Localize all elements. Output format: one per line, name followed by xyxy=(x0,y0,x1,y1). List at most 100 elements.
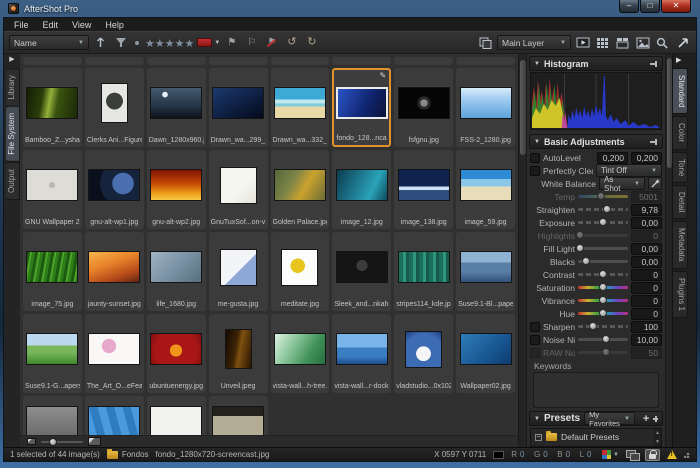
sort-dropdown[interactable]: Name▼ xyxy=(9,35,89,50)
autolevel-value-1[interactable]: 0,200 xyxy=(597,152,628,164)
menu-item-help[interactable]: Help xyxy=(98,20,131,30)
slider-knob[interactable] xyxy=(599,296,607,304)
perfectly-clear-checkbox[interactable] xyxy=(530,166,540,176)
panel-tab-detail[interactable]: Detail xyxy=(673,185,688,219)
filter-icon[interactable] xyxy=(112,35,129,51)
collapse-triangle-icon[interactable]: ▼ xyxy=(534,139,540,145)
grid-item[interactable] xyxy=(147,396,206,435)
grid-item[interactable]: Drawn_wa...299_.jpg xyxy=(209,68,268,147)
grid-item[interactable]: GNU Wallpaper 2.jpg xyxy=(23,150,82,229)
warning-icon[interactable] xyxy=(667,450,677,459)
basic-adjustments-header[interactable]: ▼ Basic Adjustments xyxy=(529,134,663,149)
slider-knob[interactable] xyxy=(599,283,607,291)
sidebar-tab-output[interactable]: Output xyxy=(6,162,20,200)
grid-item[interactable]: image_75.jpg xyxy=(23,232,82,311)
contrast-slider[interactable] xyxy=(578,273,628,276)
temp-value[interactable]: 5001 xyxy=(631,191,662,203)
star-icon[interactable]: ★ xyxy=(185,38,195,50)
panel-tab-tone[interactable]: Tone xyxy=(673,152,688,183)
noise-ninja-slider[interactable] xyxy=(578,338,628,341)
slider-knob[interactable] xyxy=(576,231,584,239)
scrollbar-thumb[interactable] xyxy=(667,58,672,168)
grid-item[interactable]: ubuntuenergy.jpg xyxy=(147,314,206,393)
histogram-header[interactable]: ▼ Histogram xyxy=(529,56,663,71)
grid-item[interactable]: Suse9.1-Bl...papers.jpg xyxy=(456,232,515,311)
collapse-triangle-icon[interactable]: ▼ xyxy=(534,61,540,67)
blacks-slider[interactable] xyxy=(578,260,628,263)
autolevel-value-2[interactable]: 0,200 xyxy=(631,152,662,164)
add-preset-button[interactable]: + xyxy=(643,413,649,425)
pin-icon[interactable] xyxy=(650,138,658,146)
vibrance-value[interactable]: 0 xyxy=(631,295,662,307)
grid-item[interactable]: vista-wall...h-tree.jpg xyxy=(271,314,330,393)
grid-item[interactable]: Drawn_wa...332_.jpg xyxy=(271,68,330,147)
color-management-button[interactable]: ▼ xyxy=(602,450,619,459)
title-bar[interactable]: AfterShot Pro xyxy=(3,0,697,17)
raw-noise-value[interactable]: 50 xyxy=(631,347,662,359)
collapse-right-panel-icon[interactable]: ▶ xyxy=(673,56,681,66)
flag-reject-icon[interactable]: ⚐ xyxy=(243,35,260,51)
flag-pick-icon[interactable]: ⚑ xyxy=(223,35,240,51)
slider-knob[interactable] xyxy=(597,192,605,200)
collapse-triangle-icon[interactable]: ▼ xyxy=(534,416,540,422)
browse-view-icon[interactable] xyxy=(614,35,631,51)
grid-item[interactable]: ✎fondo_128...ncast.jpg xyxy=(332,68,391,147)
minimize-button[interactable]: – xyxy=(619,0,639,13)
slider-knob[interactable] xyxy=(602,348,610,356)
grid-item[interactable]: jaunty-sunset.jpg xyxy=(85,232,144,311)
temp-slider[interactable] xyxy=(578,195,628,198)
slideshow-icon[interactable] xyxy=(574,35,591,51)
sidebar-tab-file-system[interactable]: File System xyxy=(6,106,20,162)
raw-noise-slider[interactable] xyxy=(578,351,628,354)
sharpening-checkbox[interactable] xyxy=(530,322,540,332)
highlights-slider[interactable] xyxy=(578,234,628,237)
sidebar-tab-library[interactable]: Library xyxy=(6,68,20,106)
pin-icon[interactable] xyxy=(653,415,658,423)
thumbnail-size-slider[interactable] xyxy=(41,441,83,443)
grid-item[interactable]: image_12.jpg xyxy=(332,150,391,229)
vibrance-slider[interactable] xyxy=(578,299,628,302)
grid-item[interactable]: image_59.jpg xyxy=(456,150,515,229)
noise-ninja-value[interactable]: 10,00 xyxy=(631,334,662,346)
raw-noise-checkbox[interactable] xyxy=(530,348,540,358)
pin-icon[interactable] xyxy=(650,60,658,68)
tree-scrollbar[interactable]: ▲▼ xyxy=(654,429,661,446)
grid-item[interactable]: FSS-2_1280.jpg xyxy=(456,68,515,147)
grid-item[interactable]: me-gusta.jpg xyxy=(209,232,268,311)
collapse-left-panel-icon[interactable]: ▶ xyxy=(9,55,14,65)
grid-item[interactable] xyxy=(85,396,144,435)
rating-none-icon[interactable] xyxy=(135,41,139,45)
current-folder[interactable]: Fondos xyxy=(107,450,149,459)
rotate-left-icon[interactable]: ↺ xyxy=(283,35,300,51)
grid-item[interactable]: gnu-alt-wp1.jpg xyxy=(85,150,144,229)
grid-item[interactable]: gnu-alt-wp2.jpg xyxy=(147,150,206,229)
presets-header[interactable]: ▼ Presets My Favorites▼ + xyxy=(529,411,663,426)
hue-slider[interactable] xyxy=(578,312,628,315)
slider-knob[interactable] xyxy=(589,322,597,330)
grid-item[interactable]: The_Art_O...eFear.jpg xyxy=(85,314,144,393)
grid-item[interactable]: meditate.jpg xyxy=(271,232,330,311)
magnifier-icon[interactable] xyxy=(654,35,671,51)
fill-light-slider[interactable] xyxy=(578,247,628,250)
panel-tab-plugins-1[interactable]: Plugins 1 xyxy=(673,271,688,318)
menu-item-edit[interactable]: Edit xyxy=(36,20,66,30)
keywords-input[interactable] xyxy=(533,372,659,408)
slider-knob[interactable] xyxy=(599,270,607,278)
straighten-value[interactable]: 9,78 xyxy=(631,204,662,216)
saturation-value[interactable]: 0 xyxy=(631,282,662,294)
grid-item[interactable]: Clerks Ani...Figure.jpg xyxy=(85,68,144,147)
close-button[interactable]: ✕ xyxy=(661,0,691,13)
straighten-slider[interactable] xyxy=(578,208,628,211)
grid-item[interactable]: vista-wall...r-dock.jpg xyxy=(332,314,391,393)
grid-item[interactable]: Golden Palace.jpg xyxy=(271,150,330,229)
menu-item-view[interactable]: View xyxy=(65,20,98,30)
grid-item[interactable]: life_1680.jpg xyxy=(147,232,206,311)
panel-tab-color[interactable]: Color xyxy=(673,116,688,149)
grid-item[interactable]: Sleek_and...nkahn.jpg xyxy=(332,232,391,311)
grid-item[interactable] xyxy=(209,396,268,435)
grid-item[interactable]: Bamboo_Z...ysha.jpg xyxy=(23,68,82,147)
layer-dropdown[interactable]: Main Layer▼ xyxy=(497,35,571,50)
dual-display-icon[interactable] xyxy=(626,450,638,459)
color-label-button[interactable]: ▼ xyxy=(197,35,220,51)
preset-default-presets[interactable]: −Default Presets xyxy=(532,431,660,443)
